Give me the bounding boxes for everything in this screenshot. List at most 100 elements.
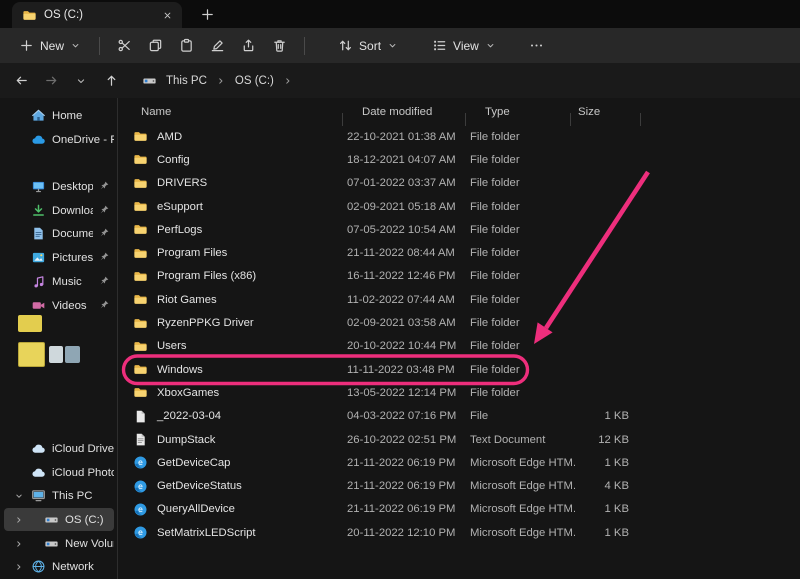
sidebar: HomeOneDrive - Persona DesktopDownloads Do… bbox=[0, 98, 118, 579]
thumbnail[interactable] bbox=[18, 315, 42, 332]
chevron-right-icon[interactable] bbox=[12, 539, 25, 549]
column-header-date-modified[interactable]: Date modified bbox=[347, 106, 470, 118]
file-date-modified: 11-02-2022 07:44 AM bbox=[347, 294, 470, 306]
column-header-size[interactable]: Size bbox=[575, 106, 645, 118]
sort-button[interactable]: Sort bbox=[329, 32, 407, 60]
more-options-button[interactable] bbox=[521, 32, 552, 60]
chevron-right-icon bbox=[283, 76, 293, 86]
file-row-windows[interactable]: Windows11-11-2022 03:48 PMFile folder bbox=[118, 358, 800, 381]
chevron-down-icon bbox=[70, 40, 81, 51]
file-row-drivers[interactable]: DRIVERS07-01-2022 03:37 AMFile folder bbox=[118, 172, 800, 195]
file-type: File bbox=[470, 410, 575, 422]
file-row-program-files-x86[interactable]: Program Files (x86)16-11-2022 12:46 PMFi… bbox=[118, 265, 800, 288]
file-date-modified: 20-11-2022 12:10 PM bbox=[347, 527, 470, 539]
file-row-xboxgames[interactable]: XboxGames13-05-2022 12:14 PMFile folder bbox=[118, 381, 800, 404]
recent-locations-button[interactable] bbox=[68, 68, 94, 94]
file-date-modified: 04-03-2022 07:16 PM bbox=[347, 410, 470, 422]
copy-button[interactable] bbox=[140, 32, 171, 60]
back-button[interactable] bbox=[8, 68, 34, 94]
edge-icon: e bbox=[133, 502, 148, 517]
file-name: PerfLogs bbox=[157, 224, 202, 236]
file-size: 12 KB bbox=[575, 434, 645, 446]
sidebar-item-downloads[interactable]: Downloads bbox=[4, 199, 114, 222]
file-row-2022-03-04[interactable]: _2022-03-0404-03-2022 07:16 PMFile1 KB bbox=[118, 405, 800, 428]
sidebar-item-network[interactable]: Network bbox=[4, 555, 114, 578]
file-type: File folder bbox=[470, 154, 575, 166]
tab-close-icon[interactable] bbox=[158, 6, 176, 24]
delete-button[interactable] bbox=[264, 32, 295, 60]
forward-button[interactable] bbox=[38, 68, 64, 94]
sidebar-item-home[interactable]: Home bbox=[4, 104, 114, 127]
share-button[interactable] bbox=[233, 32, 264, 60]
sidebar-item-os-c[interactable]: OS (C:) bbox=[4, 508, 114, 531]
chevron-down-icon bbox=[485, 40, 496, 51]
file-row-config[interactable]: Config18-12-2021 04:07 AMFile folder bbox=[118, 148, 800, 171]
paste-button[interactable] bbox=[171, 32, 202, 60]
file-name: Users bbox=[157, 340, 187, 352]
sidebar-item-onedrive-persona[interactable]: OneDrive - Persona bbox=[4, 128, 114, 151]
downloads-icon bbox=[31, 203, 46, 218]
sidebar-item-label: This PC bbox=[52, 490, 114, 502]
chevron-right-icon[interactable] bbox=[12, 515, 25, 525]
breadcrumb-item-os-c[interactable]: OS (C:) bbox=[231, 72, 278, 90]
sidebar-item-this-pc[interactable]: This PC bbox=[4, 484, 114, 507]
cut-button[interactable] bbox=[109, 32, 140, 60]
file-row-amd[interactable]: AMD22-10-2021 01:38 AMFile folder bbox=[118, 125, 800, 148]
file-name: SetMatrixLEDScript bbox=[157, 527, 256, 539]
view-button[interactable]: View bbox=[423, 32, 505, 60]
sidebar-item-pictures[interactable]: Pictures bbox=[4, 246, 114, 269]
new-button[interactable]: New bbox=[10, 32, 90, 60]
file-row-perflogs[interactable]: PerfLogs07-05-2022 10:54 AMFile folder bbox=[118, 218, 800, 241]
thumbnail[interactable] bbox=[18, 342, 45, 367]
file-row-queryalldevice[interactable]: eQueryAllDevice21-11-2022 06:19 PMMicros… bbox=[118, 498, 800, 521]
sidebar-item-icloud-photos[interactable]: iCloud Photos bbox=[4, 461, 114, 484]
file-date-modified: 21-11-2022 06:19 PM bbox=[347, 480, 470, 492]
sidebar-item-icloud-drive[interactable]: iCloud Drive bbox=[4, 437, 114, 460]
file-row-ryzenppkg-driver[interactable]: RyzenPPKG Driver02-09-2021 03:58 AMFile … bbox=[118, 311, 800, 334]
sidebar-item-documents[interactable]: Documents bbox=[4, 222, 114, 245]
file-row-program-files[interactable]: Program Files21-11-2022 08:44 AMFile fol… bbox=[118, 241, 800, 264]
new-tab-button[interactable] bbox=[196, 3, 218, 25]
sidebar-item-music[interactable]: Music bbox=[4, 270, 114, 293]
file-row-getdevicecap[interactable]: eGetDeviceCap21-11-2022 06:19 PMMicrosof… bbox=[118, 451, 800, 474]
file-name: QueryAllDevice bbox=[157, 503, 235, 515]
file-date-modified: 21-11-2022 06:19 PM bbox=[347, 503, 470, 515]
sidebar-item-videos[interactable]: Videos bbox=[4, 294, 114, 317]
onedrive-icon bbox=[31, 132, 46, 147]
folder-icon bbox=[133, 246, 148, 261]
explorer-tab[interactable]: OS (C:) bbox=[12, 2, 182, 28]
sidebar-item-label: Documents bbox=[52, 228, 93, 240]
file-row-setmatrixledscript[interactable]: e SetMatrixLEDScript 20-11-2022 12:10 PMMi… bbox=[118, 521, 800, 544]
sidebar-item-desktop[interactable]: Desktop bbox=[4, 175, 114, 198]
file-row-dumpstack[interactable]: DumpStack26-10-2022 02:51 PMText Documen… bbox=[118, 428, 800, 451]
file-size: 1 KB bbox=[575, 457, 645, 469]
up-button[interactable] bbox=[98, 68, 124, 94]
folder-icon bbox=[133, 362, 148, 377]
file-row-users[interactable]: Users20-10-2022 10:44 PMFile folder bbox=[118, 335, 800, 358]
chevron-right-icon bbox=[216, 76, 226, 86]
sidebar-item-new-volume-d[interactable]: New Volume (D:) bbox=[4, 532, 114, 555]
file-type: File folder bbox=[470, 177, 575, 189]
file-row-getdevicestatus[interactable]: eGetDeviceStatus21-11-2022 06:19 PMMicro… bbox=[118, 474, 800, 497]
file-row-esupport[interactable]: eSupport02-09-2021 05:18 AMFile folder bbox=[118, 195, 800, 218]
chevron-down-icon[interactable] bbox=[12, 491, 25, 501]
column-header-name[interactable]: Name bbox=[118, 106, 347, 118]
file-type: Microsoft Edge HTM... bbox=[470, 527, 575, 539]
address-bar: This PC OS (C:) bbox=[0, 63, 800, 98]
breadcrumb-item-this-pc[interactable]: This PC bbox=[162, 72, 211, 90]
file-name: DRIVERS bbox=[157, 177, 207, 189]
thumbnail[interactable] bbox=[49, 346, 63, 363]
column-header-type[interactable]: Type bbox=[470, 106, 575, 118]
svg-text:e: e bbox=[138, 528, 143, 537]
folder-icon bbox=[133, 222, 148, 237]
pin-icon bbox=[99, 227, 110, 241]
drive-icon bbox=[44, 512, 59, 527]
file-name: DumpStack bbox=[157, 434, 215, 446]
rename-button[interactable] bbox=[202, 32, 233, 60]
sidebar-item-label: OS (C:) bbox=[65, 514, 114, 526]
thumbnail[interactable] bbox=[65, 346, 80, 363]
pin-icon bbox=[99, 275, 110, 289]
file-row-riot-games[interactable]: Riot Games11-02-2022 07:44 AMFile folder bbox=[118, 288, 800, 311]
sidebar-item-label: New Volume (D:) bbox=[65, 538, 114, 550]
chevron-right-icon[interactable] bbox=[12, 562, 25, 572]
